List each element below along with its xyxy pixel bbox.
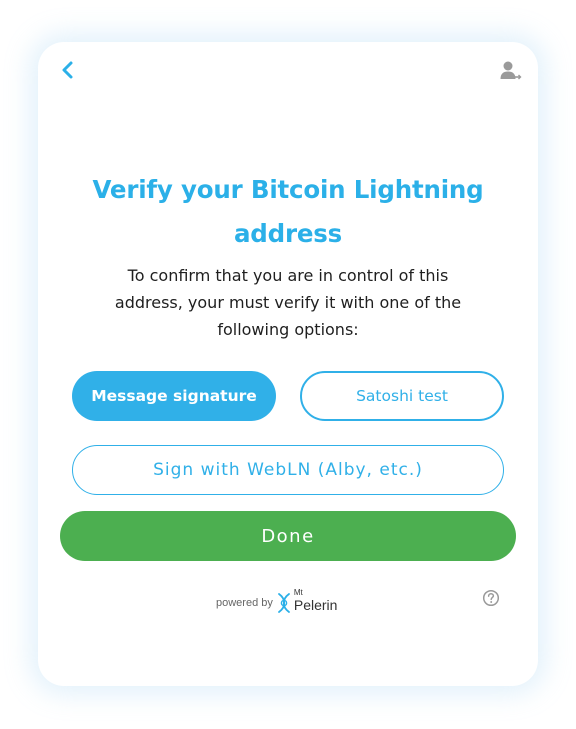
help-button[interactable] bbox=[482, 589, 500, 607]
done-button[interactable]: Done bbox=[60, 511, 516, 561]
satoshi-test-label: Satoshi test bbox=[356, 387, 448, 405]
chevron-left-icon bbox=[62, 61, 73, 79]
powered-by-text: powered by bbox=[216, 597, 273, 609]
brand-prefix: Mt bbox=[293, 588, 303, 597]
satoshi-test-button[interactable]: Satoshi test bbox=[300, 371, 504, 421]
done-label: Done bbox=[261, 525, 315, 547]
verify-card: Verify your Bitcoin Lightning address To… bbox=[38, 42, 538, 686]
mt-pelerin-logo-icon bbox=[277, 593, 290, 613]
user-logout-icon bbox=[500, 61, 522, 80]
brand-wordmark: Mt Pelerin bbox=[293, 588, 343, 614]
message-signature-label: Message signature bbox=[91, 387, 257, 405]
mt-pelerin-logo[interactable]: Mt Pelerin bbox=[277, 588, 343, 614]
instructions-text: To confirm that you are in control of th… bbox=[114, 266, 462, 339]
powered-by-footer: powered by Mt Pelerin bbox=[216, 588, 343, 614]
brand-name: Pelerin bbox=[293, 597, 338, 613]
webln-sign-label: Sign with WebLN (Alby, etc.) bbox=[153, 460, 423, 480]
webln-sign-button[interactable]: Sign with WebLN (Alby, etc.) bbox=[72, 445, 504, 495]
message-signature-button[interactable]: Message signature bbox=[72, 371, 276, 421]
page-title: Verify your Bitcoin Lightning address bbox=[92, 175, 484, 248]
account-button[interactable] bbox=[498, 58, 524, 84]
back-button[interactable] bbox=[56, 56, 80, 84]
question-circle-icon bbox=[482, 589, 500, 607]
